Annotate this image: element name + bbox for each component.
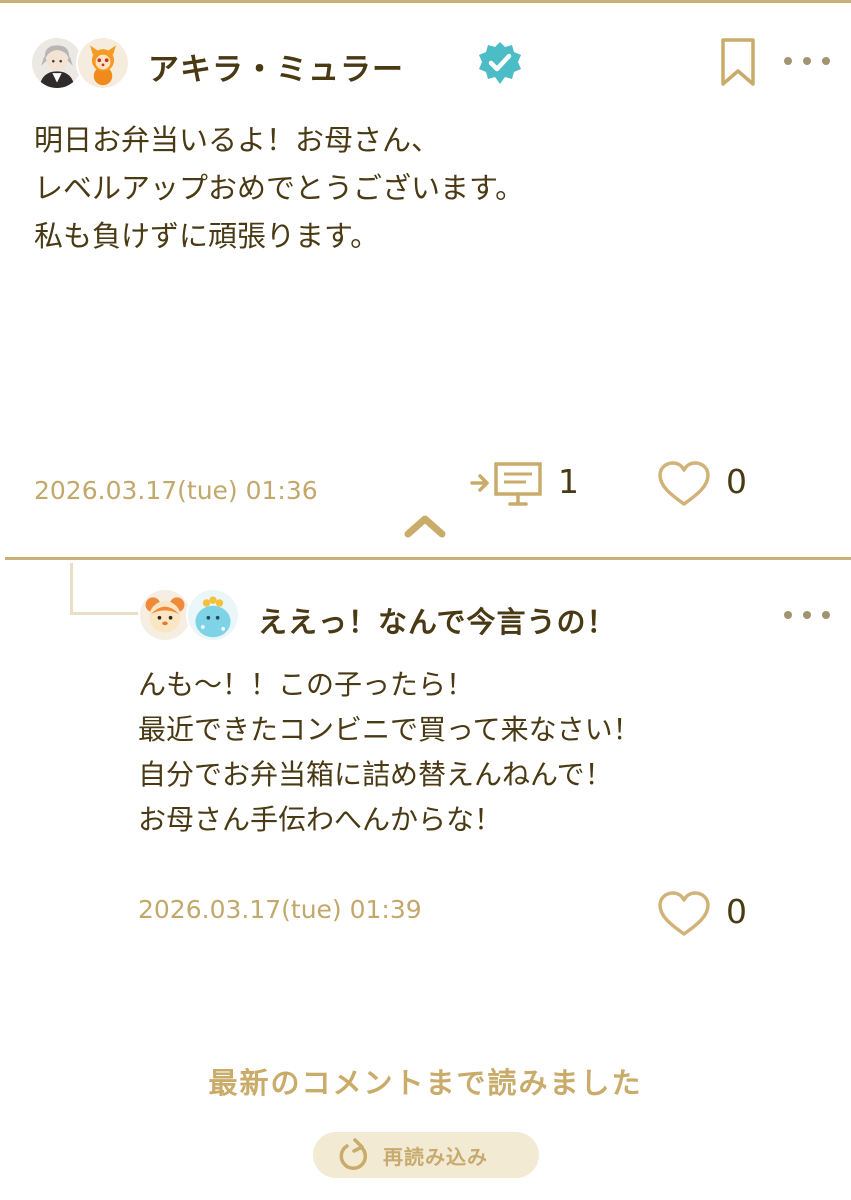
avatar[interactable] xyxy=(186,588,240,642)
post-author-name[interactable]: アキラ・ミュラー xyxy=(148,44,404,89)
more-options-icon[interactable] xyxy=(784,46,830,76)
like-count: 0 xyxy=(726,462,747,501)
heart-icon xyxy=(658,891,710,936)
reply-timestamp: 2026.03.17(tue) 01:39 xyxy=(138,895,422,924)
reload-label: 再読み込み xyxy=(383,1145,488,1169)
reply-count: 1 xyxy=(558,462,579,501)
like-button[interactable]: 0 xyxy=(656,456,766,512)
reply-body-line: 最近できたコンビニで買って来なさい！ xyxy=(138,713,641,746)
reply-icon xyxy=(470,462,542,506)
section-divider xyxy=(5,557,851,560)
reload-button[interactable]: 再読み込み xyxy=(313,1132,539,1178)
avatar[interactable] xyxy=(138,588,192,642)
bookmark-icon[interactable] xyxy=(718,36,758,88)
reload-icon xyxy=(339,1138,368,1170)
reply-body-line: お母さん手伝わへんからな！ xyxy=(138,803,503,836)
heart-icon xyxy=(658,461,710,506)
post-body-line: レベルアップおめでとうございます。 xyxy=(34,171,525,205)
post-timestamp: 2026.03.17(tue) 01:36 xyxy=(34,476,318,505)
reply-button[interactable]: 1 xyxy=(470,456,590,512)
thread-connector xyxy=(70,563,142,615)
post-header: アキラ・ミュラー xyxy=(30,34,830,92)
reply-like-button[interactable]: 0 xyxy=(656,888,766,944)
reply-body: んも〜！！この子ったら！ 最近できたコンビニで買って来なさい！ 自分でお弁当箱に… xyxy=(138,662,828,842)
post-body: 明日お弁当いるよ！お母さん、 レベルアップおめでとうございます。 私も負けずに頑… xyxy=(34,116,814,260)
reply-header: ええっ！なんで今言うの！ xyxy=(138,586,830,646)
top-divider xyxy=(0,0,851,3)
like-count: 0 xyxy=(726,892,747,931)
all-read-message: 最新のコメントまで読みました xyxy=(208,1066,643,1100)
reply-body-line: 自分でお弁当箱に詰め替えんねんで！ xyxy=(138,758,613,791)
reply-more-options-icon[interactable] xyxy=(784,600,830,630)
reply-author-name[interactable]: ええっ！なんで今言うの！ xyxy=(258,599,617,641)
verified-badge-icon xyxy=(479,42,521,84)
avatar[interactable] xyxy=(76,36,130,90)
post-body-line: 明日お弁当いるよ！お母さん、 xyxy=(34,123,441,157)
chevron-up-icon[interactable] xyxy=(400,510,450,542)
post-body-line: 私も負けずに頑張ります。 xyxy=(34,219,380,253)
post-avatar-group[interactable] xyxy=(30,34,134,92)
reply-body-line: んも〜！！この子ったら！ xyxy=(138,668,475,701)
